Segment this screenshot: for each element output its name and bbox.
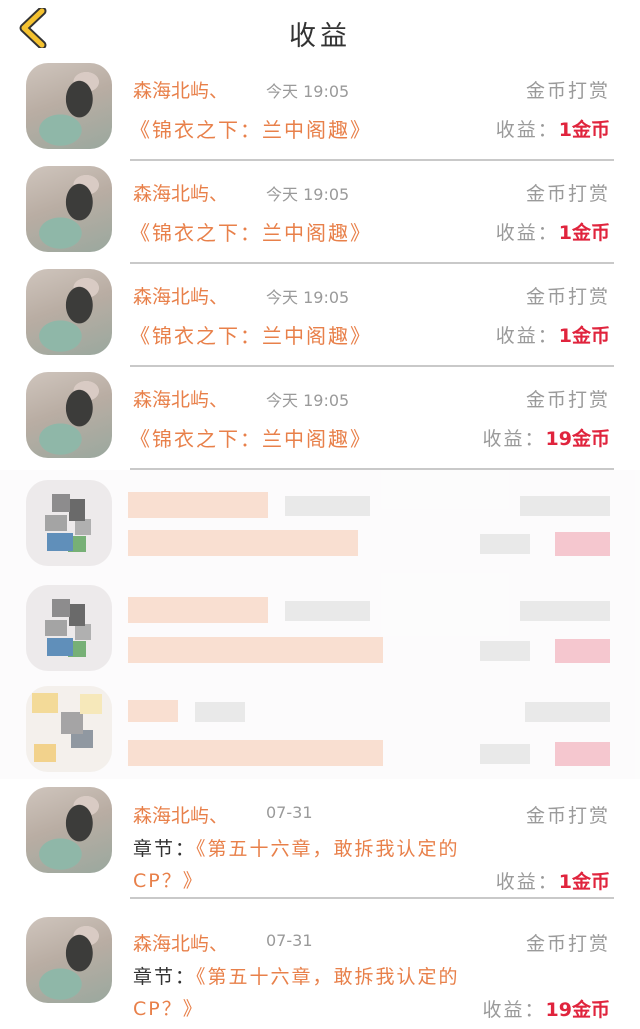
redacted-income-label <box>480 641 530 661</box>
chapter-info: 章节：《第五十六章，敢拆我认定的CP？》 <box>133 833 478 897</box>
income-value: 19金币 <box>545 999 610 1021</box>
record-time: 今天 19:05 <box>266 288 350 307</box>
redacted-work <box>128 740 383 766</box>
top-bar: 收益 <box>0 0 640 58</box>
avatar <box>26 269 112 355</box>
redacted-name <box>128 597 268 623</box>
redacted-name <box>128 700 178 722</box>
avatar <box>26 917 112 1003</box>
income-record[interactable]: 森海北屿、 今天 19:05 金币打赏 《锦衣之下：兰中阁趣》 收益：1金币 <box>0 264 640 367</box>
redacted-income-value <box>555 532 610 556</box>
income-label: 收益： <box>482 428 546 450</box>
income-record[interactable]: 森海北屿、 07-31 金币打赏 章节：《第五十六章，敢拆我认定的CP？》 收益… <box>0 899 640 1029</box>
work-title: 《锦衣之下：兰中阁趣》 <box>130 118 372 142</box>
user-name: 森海北屿、 <box>133 389 229 411</box>
record-type: 金币打赏 <box>525 286 610 308</box>
record-time: 今天 19:05 <box>266 82 350 101</box>
chapter-label: 章节： <box>133 966 197 988</box>
avatar <box>26 372 112 458</box>
redacted-time <box>195 702 245 722</box>
redacted-record[interactable] <box>0 676 640 779</box>
income-record[interactable]: 森海北屿、 今天 19:05 金币打赏 《锦衣之下：兰中阁趣》 收益：19金币 <box>0 367 640 470</box>
avatar-redacted <box>26 585 112 671</box>
chapter-label: 章节： <box>133 838 197 860</box>
redacted-record[interactable] <box>0 470 640 573</box>
redacted-income-value <box>555 639 610 663</box>
user-name: 森海北屿、 <box>133 933 229 955</box>
user-name: 森海北屿、 <box>133 805 229 827</box>
income-list: 森海北屿、 今天 19:05 金币打赏 《锦衣之下：兰中阁趣》 收益：1金币 森… <box>0 58 640 1029</box>
record-time: 07-31 <box>266 931 313 950</box>
income-value: 1金币 <box>558 119 610 141</box>
record-time: 今天 19:05 <box>266 391 350 410</box>
record-time: 07-31 <box>266 803 313 822</box>
record-type: 金币打赏 <box>525 183 610 205</box>
redacted-work <box>128 530 358 556</box>
redacted-type <box>520 601 610 621</box>
redacted-type <box>525 702 610 722</box>
income-value: 1金币 <box>558 222 610 244</box>
user-name: 森海北屿、 <box>133 183 229 205</box>
user-name: 森海北屿、 <box>133 80 229 102</box>
redacted-time <box>285 496 370 516</box>
income-amount: 收益：1金币 <box>496 115 610 142</box>
redacted-work <box>128 637 383 663</box>
avatar-redacted <box>26 686 112 772</box>
income-value: 19金币 <box>545 428 610 450</box>
redacted-income-label <box>480 534 530 554</box>
income-amount: 收益：1金币 <box>496 218 610 245</box>
income-record[interactable]: 森海北屿、 07-31 金币打赏 章节：《第五十六章，敢拆我认定的CP？》 收益… <box>0 779 640 899</box>
avatar-redacted <box>26 480 112 566</box>
page-title: 收益 <box>289 21 351 52</box>
income-label: 收益： <box>495 119 559 141</box>
income-amount: 收益：19金币 <box>483 995 610 1022</box>
income-label: 收益： <box>495 222 559 244</box>
redacted-income-value <box>555 742 610 766</box>
record-time: 今天 19:05 <box>266 185 350 204</box>
income-amount: 收益：19金币 <box>483 424 610 451</box>
income-amount: 收益：1金币 <box>496 867 610 894</box>
avatar <box>26 166 112 252</box>
income-record[interactable]: 森海北屿、 今天 19:05 金币打赏 《锦衣之下：兰中阁趣》 收益：1金币 <box>0 161 640 264</box>
redacted-record[interactable] <box>0 573 640 676</box>
record-type: 金币打赏 <box>525 805 610 827</box>
avatar <box>26 787 112 873</box>
redacted-name <box>128 492 268 518</box>
income-label: 收益： <box>495 871 559 893</box>
income-value: 1金币 <box>558 871 610 893</box>
work-title: 《锦衣之下：兰中阁趣》 <box>130 427 372 451</box>
income-value: 1金币 <box>558 325 610 347</box>
avatar <box>26 63 112 149</box>
income-record[interactable]: 森海北屿、 今天 19:05 金币打赏 《锦衣之下：兰中阁趣》 收益：1金币 <box>0 58 640 161</box>
redacted-income-label <box>480 744 530 764</box>
record-type: 金币打赏 <box>525 80 610 102</box>
income-label: 收益： <box>482 999 546 1021</box>
chapter-info: 章节：《第五十六章，敢拆我认定的CP？》 <box>133 961 468 1025</box>
record-type: 金币打赏 <box>525 933 610 955</box>
record-type: 金币打赏 <box>525 389 610 411</box>
redacted-time <box>285 601 370 621</box>
income-amount: 收益：1金币 <box>496 321 610 348</box>
work-title: 《锦衣之下：兰中阁趣》 <box>130 221 372 245</box>
user-name: 森海北屿、 <box>133 286 229 308</box>
income-label: 收益： <box>495 325 559 347</box>
redacted-type <box>520 496 610 516</box>
work-title: 《锦衣之下：兰中阁趣》 <box>130 324 372 348</box>
